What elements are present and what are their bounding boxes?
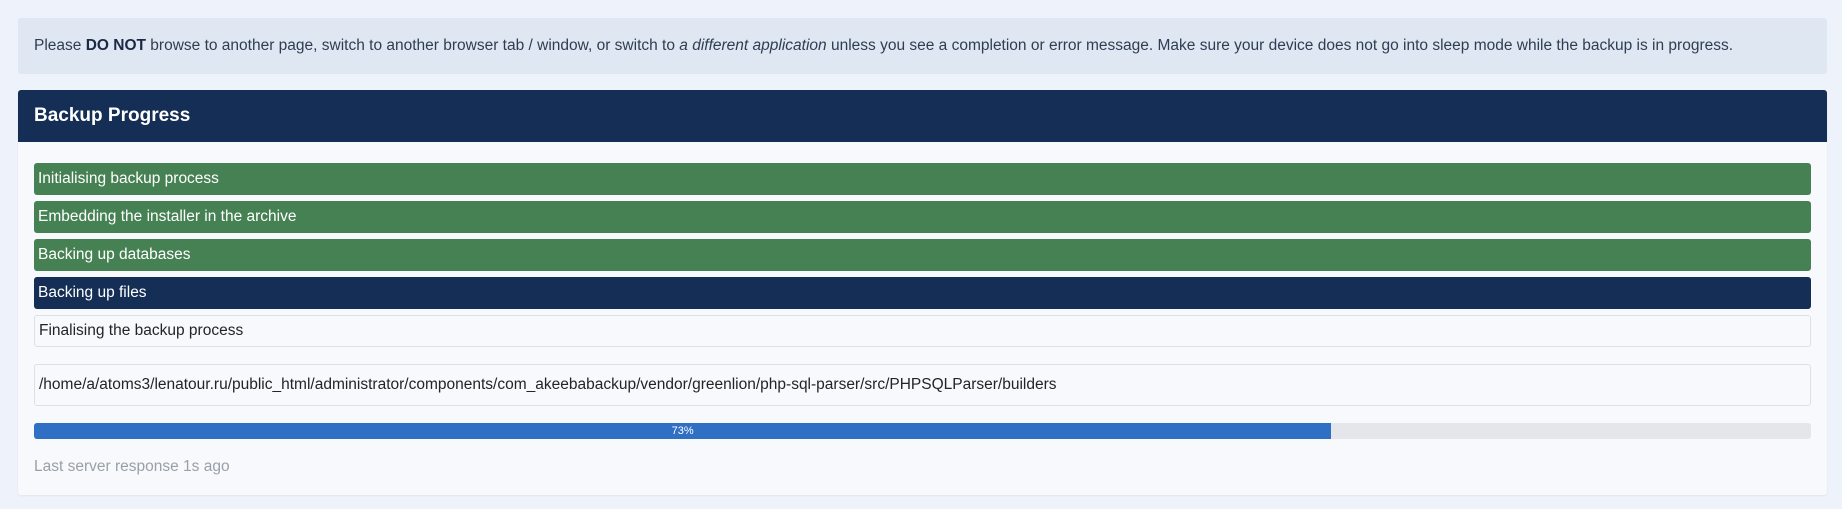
step-label: Backing up databases [38,246,191,263]
progress-label: 73% [671,425,694,437]
step-backing-up-databases: Backing up databases [34,239,1811,271]
backup-progress-card: Backup Progress Initialising backup proc… [18,90,1827,495]
progress-bar-fill: 73% [34,423,1332,439]
current-path-display: /home/a/atoms3/lenatour.ru/public_html/a… [34,364,1811,406]
step-initialising: Initialising backup process [34,163,1811,195]
card-title: Backup Progress [34,105,191,126]
step-embedding-installer: Embedding the installer in the archive [34,201,1811,233]
step-finalising: Finalising the backup process [34,315,1811,347]
current-path-text: /home/a/atoms3/lenatour.ru/public_html/a… [39,376,1057,393]
backup-steps-list: Initialising backup process Embedding th… [34,163,1811,353]
warning-text: Please DO NOT browse to another page, sw… [34,37,1734,54]
step-label: Finalising the backup process [39,322,244,339]
warning-alert: Please DO NOT browse to another page, sw… [18,18,1827,74]
step-label: Backing up files [38,284,147,301]
last-server-response: Last server response 1s ago [34,458,230,475]
card-header: Backup Progress [18,90,1827,142]
step-label: Initialising backup process [38,170,219,187]
step-label: Embedding the installer in the archive [38,208,297,225]
step-backing-up-files: Backing up files [34,277,1811,309]
progress-bar-track: 73% [34,423,1811,439]
